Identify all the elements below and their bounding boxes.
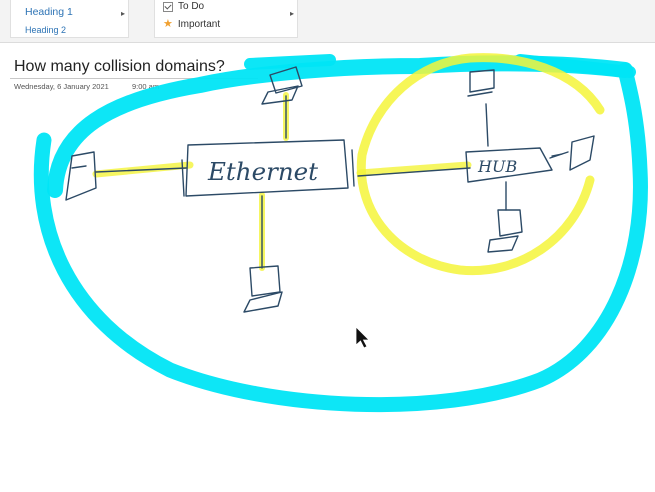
ink-canvas[interactable]: Ethernet HUB	[0, 0, 655, 492]
hub-host-bottom-icon	[487, 209, 523, 253]
hub-host-right-icon	[551, 135, 595, 171]
ethernet-label: Ethernet	[207, 158, 318, 186]
hub-host-top-icon	[467, 69, 495, 97]
mouse-pointer-icon	[355, 326, 370, 349]
link-hub-top	[485, 103, 489, 147]
ethernet-box-right-bracket	[351, 149, 355, 187]
host-bottom-icon	[243, 265, 283, 313]
hub-label: HUB	[477, 157, 517, 176]
